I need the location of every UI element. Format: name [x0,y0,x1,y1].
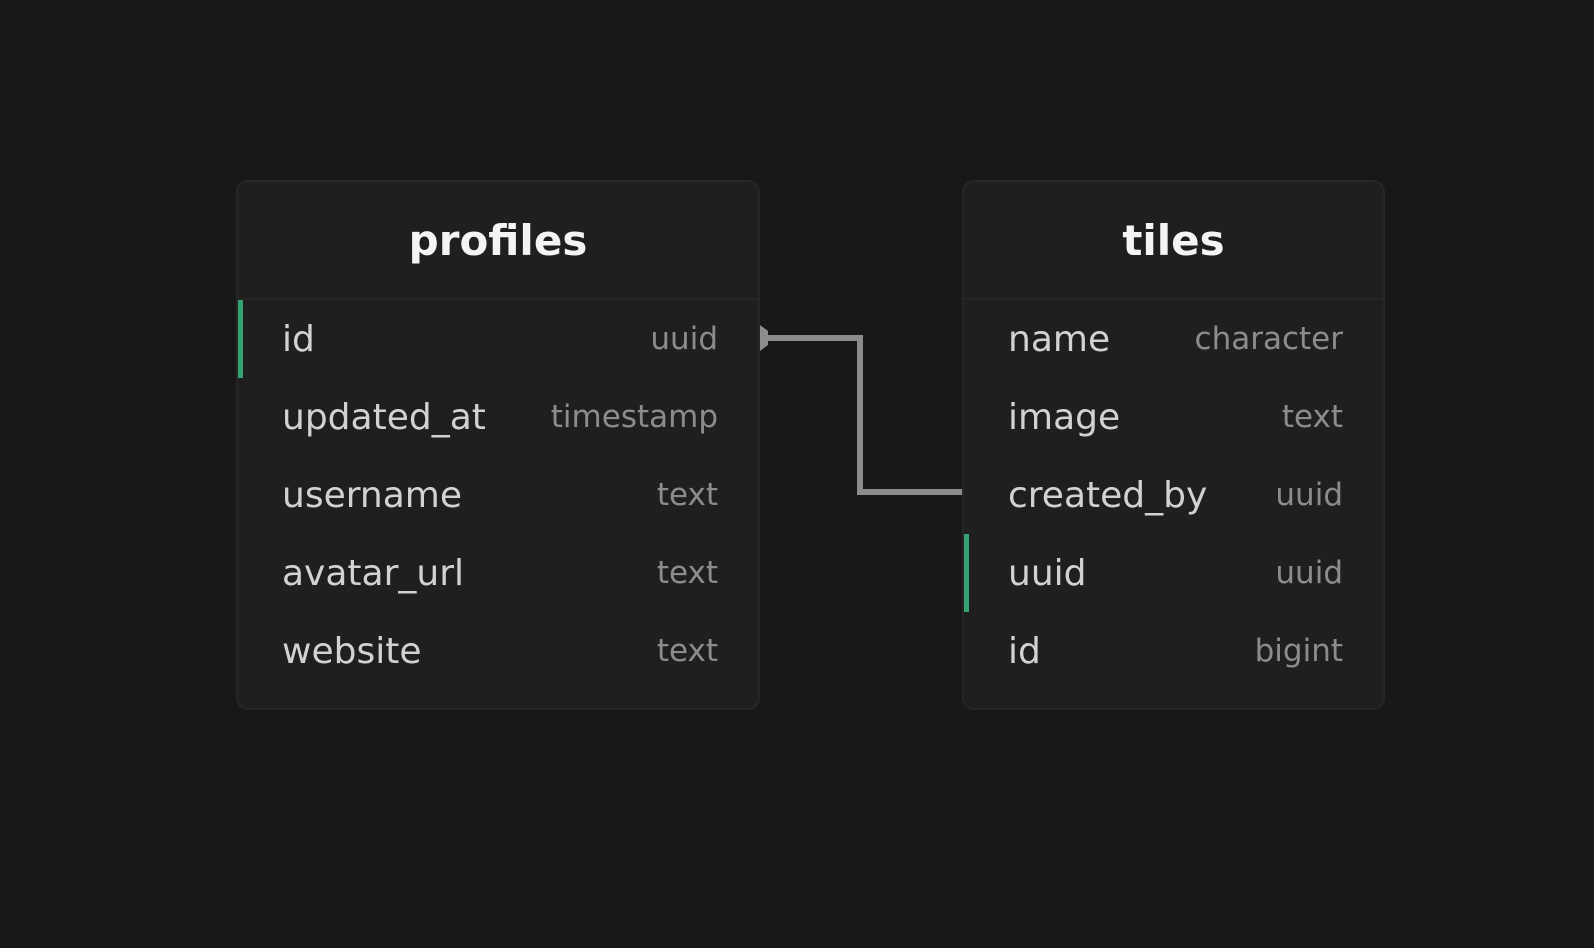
column-type: uuid [1275,555,1343,591]
column-name: avatar_url [282,552,465,594]
column-row-id[interactable]: id bigint [964,612,1383,690]
column-type: text [1281,399,1343,435]
column-row-created-by[interactable]: created_by uuid [964,456,1383,534]
column-row-uuid[interactable]: uuid uuid [964,534,1383,612]
table-profiles[interactable]: profiles id uuid updated_at timestamp us… [236,180,760,710]
table-title: tiles [964,182,1383,300]
column-type: text [656,555,718,591]
key-marker [964,534,969,612]
column-row-username[interactable]: username text [238,456,758,534]
table-title: profiles [238,182,758,300]
relation-connector [764,335,962,495]
column-row-name[interactable]: name character [964,300,1383,378]
column-name: id [282,318,315,360]
column-type: text [656,633,718,669]
column-name: name [1008,318,1111,360]
column-name: created_by [1008,474,1208,516]
column-name: website [282,630,422,672]
column-type: uuid [1275,477,1343,513]
column-row-website[interactable]: website text [238,612,758,690]
column-row-image[interactable]: image text [964,378,1383,456]
column-type: uuid [650,321,718,357]
column-name: image [1008,396,1121,438]
table-tiles[interactable]: tiles name character image text created_… [962,180,1385,710]
column-row-id[interactable]: id uuid [238,300,758,378]
column-name: uuid [1008,552,1087,594]
column-type: character [1194,321,1343,357]
schema-canvas: profiles id uuid updated_at timestamp us… [0,0,1594,948]
column-row-avatar-url[interactable]: avatar_url text [238,534,758,612]
column-name: updated_at [282,396,486,438]
column-type: timestamp [550,399,718,435]
key-marker [238,300,243,378]
column-name: id [1008,630,1041,672]
column-type: text [656,477,718,513]
column-row-updated-at[interactable]: updated_at timestamp [238,378,758,456]
relation-endpoint-icon [760,325,768,351]
column-type: bigint [1254,633,1343,669]
column-name: username [282,474,462,516]
